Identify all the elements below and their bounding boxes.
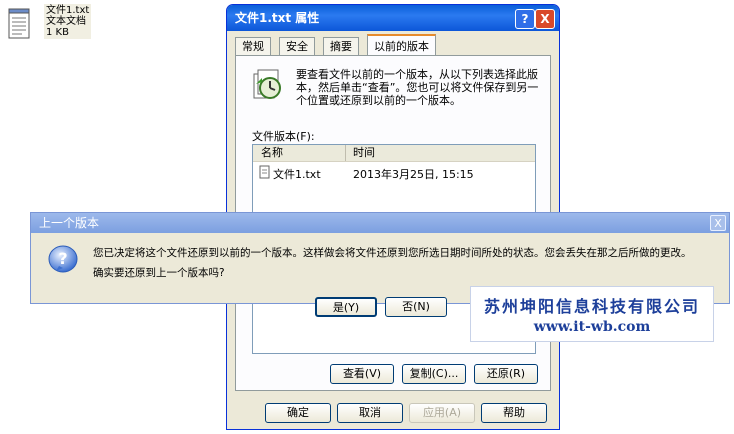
restore-clock-icon <box>250 68 284 102</box>
apply-button[interactable]: 应用(A) <box>409 403 475 423</box>
version-time: 2013年3月25日, 15:15 <box>353 168 474 181</box>
no-button[interactable]: 否(N) <box>385 297 447 317</box>
yes-button[interactable]: 是(Y) <box>315 297 377 317</box>
versions-list-header: 名称 时间 <box>253 145 535 162</box>
cancel-button[interactable]: 取消 <box>337 403 403 423</box>
ok-button[interactable]: 确定 <box>265 403 331 423</box>
tab-previous-versions[interactable]: 以前的版本 <box>367 34 436 56</box>
file-versions-label: 文件版本(F): <box>252 130 315 143</box>
column-divider <box>345 145 346 161</box>
copy-button[interactable]: 复制(C)... <box>402 364 466 384</box>
dialog-question: 确实要还原到上一个版本吗? <box>93 267 225 279</box>
file-size: 1 KB <box>46 27 69 38</box>
dialog-message: 您已决定将这个文件还原到以前的一个版本。这样做会将文件还原到您所选日期时间所处的… <box>93 247 692 259</box>
company-watermark: 苏州坤阳信息科技有限公司 www.it-wb.com <box>470 286 714 342</box>
help-button[interactable]: 帮助 <box>481 403 547 423</box>
question-icon: ? <box>47 243 79 275</box>
previous-versions-description: 要查看文件以前的一个版本，从以下列表选择此版本，然后单击“查看”。您也可以将文件… <box>296 68 539 107</box>
column-name[interactable]: 名称 <box>261 146 283 160</box>
tab-summary[interactable]: 摘要 <box>323 37 359 55</box>
column-time[interactable]: 时间 <box>353 146 375 160</box>
small-text-file-icon <box>259 165 270 182</box>
close-title-button[interactable]: X <box>535 9 555 29</box>
restore-button[interactable]: 还原(R) <box>474 364 538 384</box>
version-name: 文件1.txt <box>273 168 321 181</box>
tab-security[interactable]: 安全 <box>279 37 315 55</box>
dialog-title: 上一个版本 <box>39 216 100 230</box>
tab-general[interactable]: 常规 <box>235 37 271 55</box>
file-type: 文本文档 <box>46 16 86 27</box>
text-file-icon[interactable] <box>6 8 32 40</box>
view-button[interactable]: 查看(V) <box>330 364 394 384</box>
watermark-company: 苏州坤阳信息科技有限公司 <box>483 297 700 316</box>
help-title-button[interactable]: ? <box>515 9 535 29</box>
dialog-close-button[interactable]: X <box>710 215 726 231</box>
properties-title-bar[interactable]: 文件1.txt 属性 <box>227 5 559 31</box>
version-row[interactable]: 文件1.txt 2013年3月25日, 15:15 <box>257 165 531 181</box>
watermark-url: www.it-wb.com <box>533 319 651 335</box>
file-name: 文件1.txt <box>46 5 90 16</box>
properties-title: 文件1.txt 属性 <box>235 11 320 25</box>
svg-text:?: ? <box>58 249 67 268</box>
dialog-title-bar[interactable]: 上一个版本 <box>31 213 729 233</box>
desktop-file-label[interactable]: 文件1.txt 文本文档 1 KB <box>44 4 92 39</box>
